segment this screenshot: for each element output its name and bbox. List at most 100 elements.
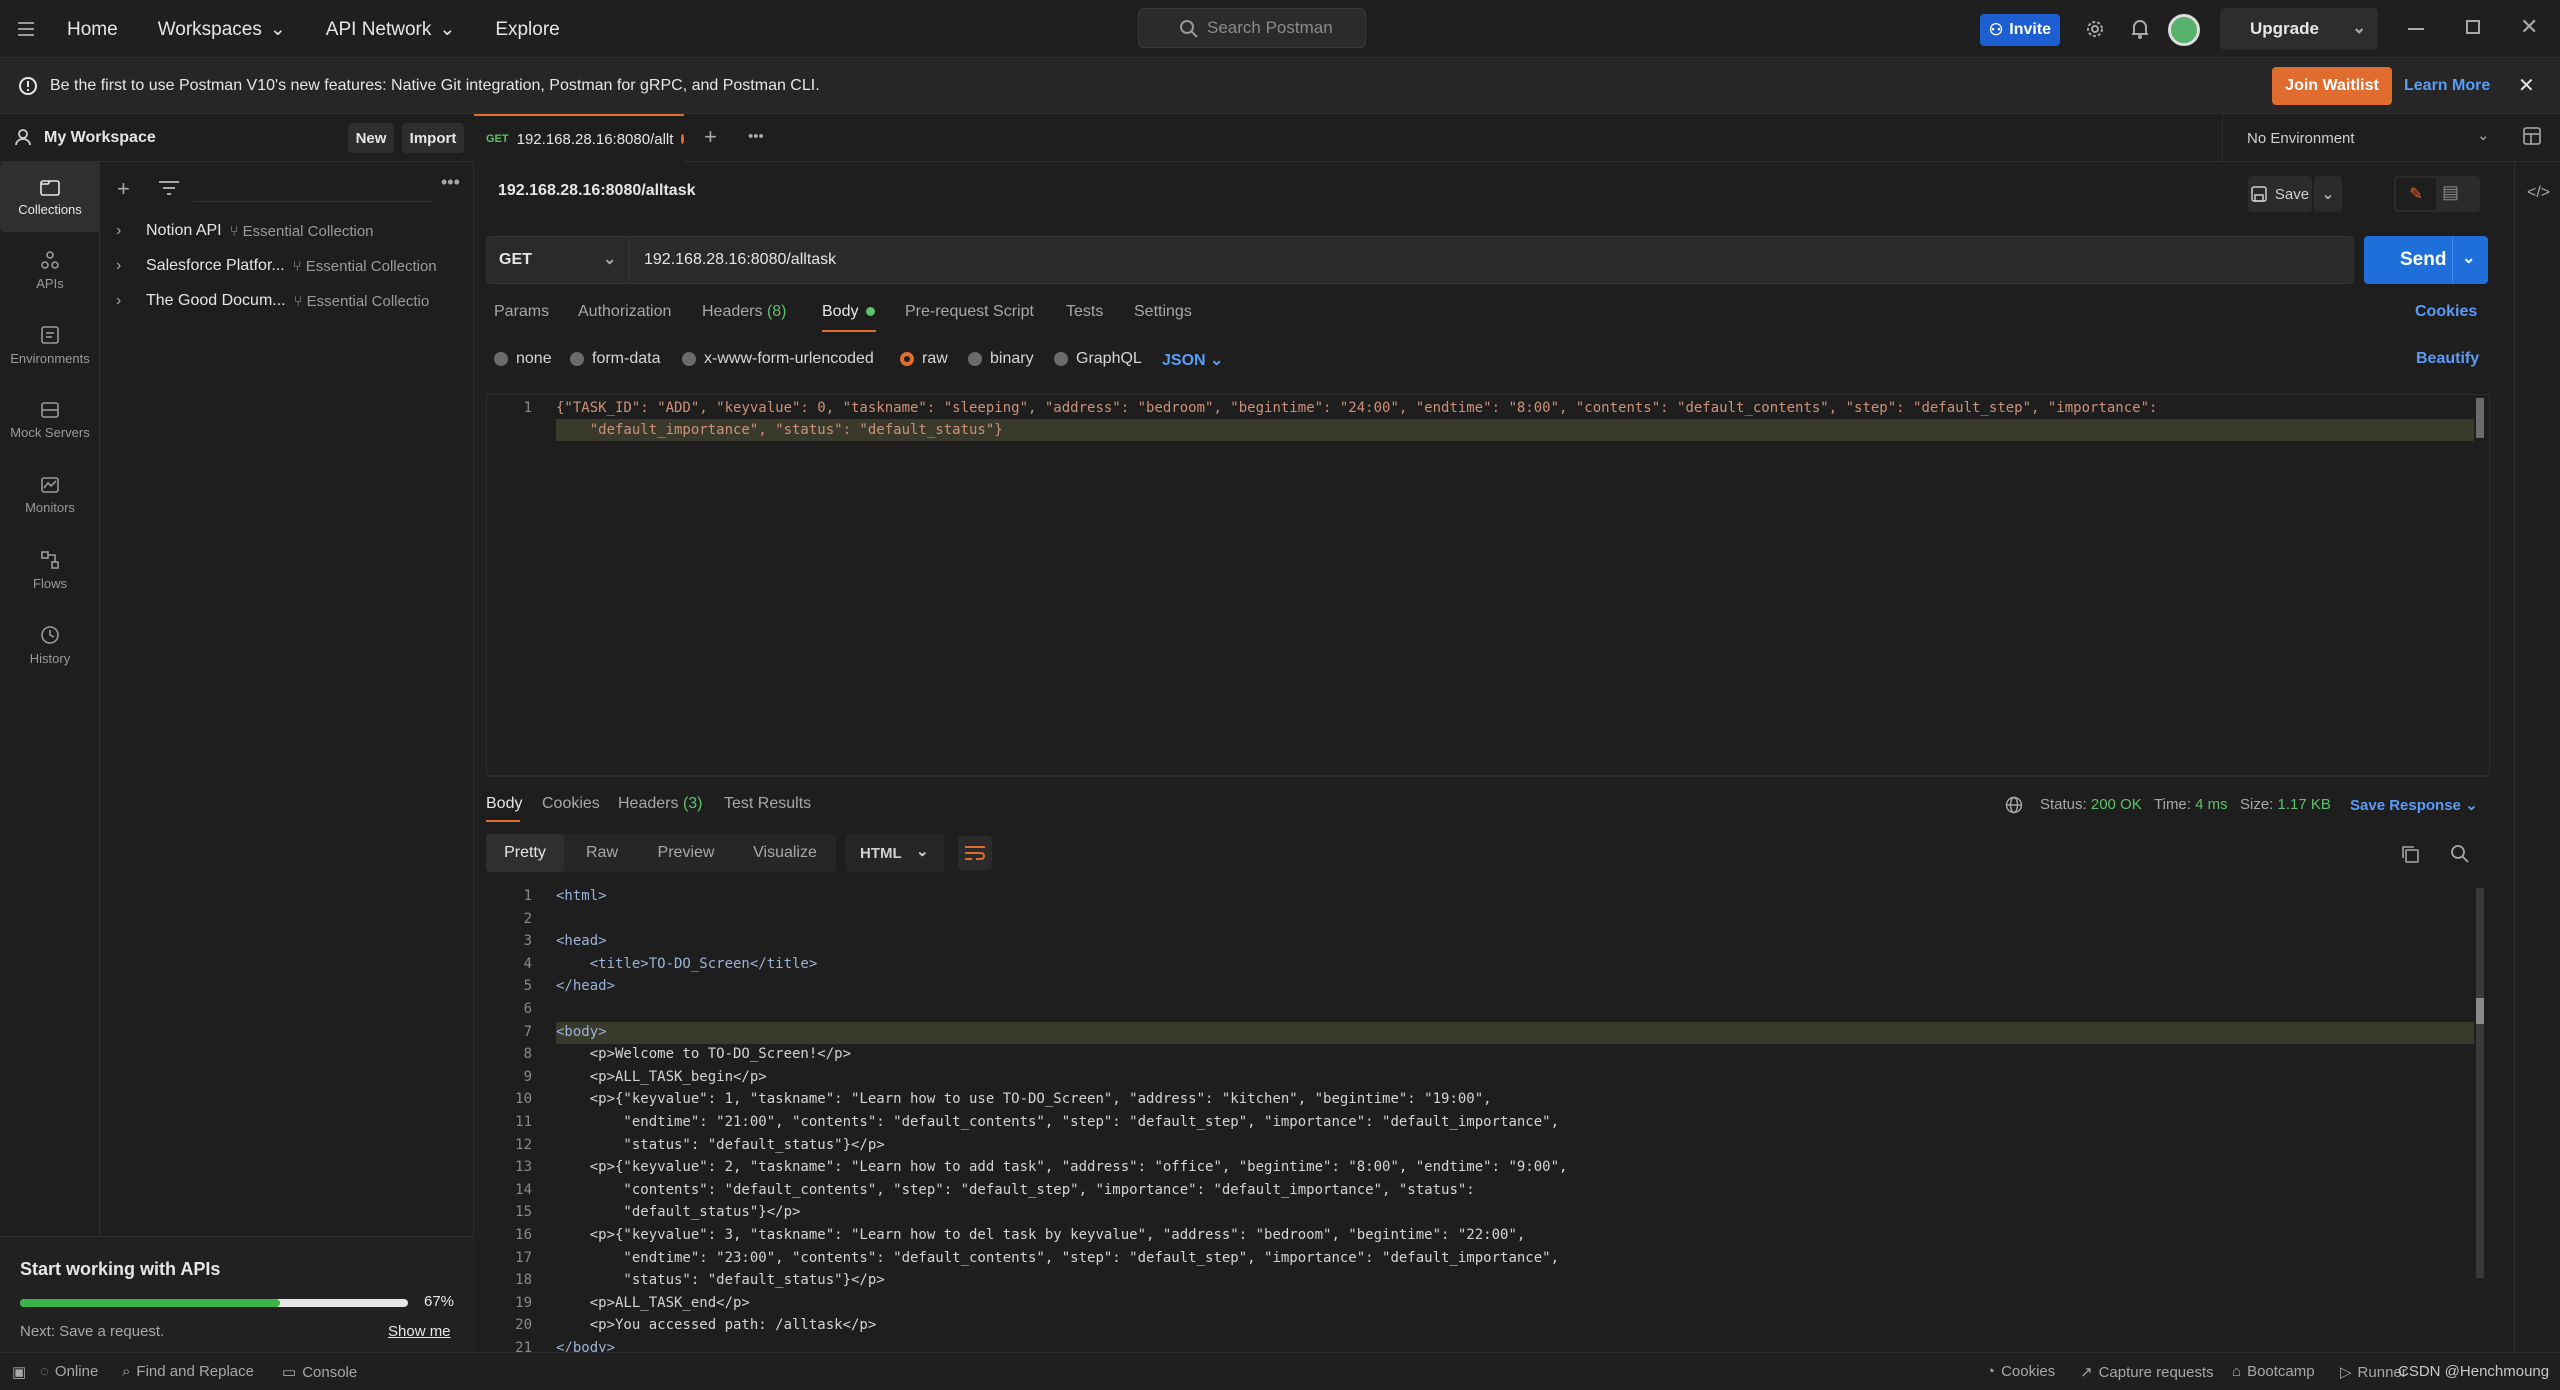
bell-icon[interactable]: [2130, 18, 2150, 40]
edit-pencil-icon[interactable]: ✎: [2396, 178, 2436, 210]
environment-quicklook-icon[interactable]: [2522, 126, 2542, 146]
toggle-sidebar-icon[interactable]: ▣: [12, 1363, 26, 1381]
request-body-editor[interactable]: [486, 394, 2490, 776]
avatar[interactable]: [2168, 14, 2200, 46]
rail-item-collections[interactable]: Collections: [0, 162, 100, 232]
response-scrollbar[interactable]: [2476, 888, 2484, 1278]
collections-search-input[interactable]: [193, 174, 433, 202]
new-tab-icon[interactable]: +: [704, 124, 717, 150]
editor-scrollbar[interactable]: [2476, 398, 2484, 438]
rail-item-monitors[interactable]: Monitors: [0, 460, 100, 530]
upgrade-button[interactable]: Upgrade ⌄: [2220, 8, 2378, 50]
send-options-chevron-icon[interactable]: ⌄: [2462, 248, 2475, 268]
runner-button[interactable]: ▷ Runner: [2340, 1363, 2407, 1382]
body-type-binary[interactable]: binary: [968, 350, 1034, 368]
join-waitlist-button[interactable]: Join Waitlist: [2272, 67, 2392, 105]
code-snippet-icon[interactable]: </>: [2527, 184, 2550, 202]
find-replace-button[interactable]: ⌕ Find and Replace: [122, 1363, 254, 1380]
collection-item-notion[interactable]: › Notion API ⑂ Essential Collection: [116, 218, 374, 244]
filter-icon[interactable]: [159, 180, 179, 196]
close-banner-icon[interactable]: ✕: [2518, 73, 2535, 98]
view-pretty[interactable]: Pretty: [486, 834, 564, 872]
url-input[interactable]: 192.168.28.16:8080/alltask: [630, 236, 2354, 284]
beautify-link[interactable]: Beautify: [2416, 350, 2479, 368]
line-number: 18: [515, 1272, 532, 1288]
collection-item-good-docs[interactable]: › The Good Docum... ⑂ Essential Collecti…: [116, 288, 429, 314]
cookies-link[interactable]: Cookies: [2415, 303, 2477, 321]
menu-icon[interactable]: [18, 20, 38, 38]
nav-workspaces[interactable]: Workspaces ⌄: [158, 18, 286, 41]
add-collection-icon[interactable]: +: [117, 176, 130, 202]
nav-explore[interactable]: Explore: [495, 19, 559, 41]
tab-body[interactable]: Body: [822, 303, 876, 321]
capture-requests-button[interactable]: ↗ Capture requests: [2080, 1363, 2214, 1382]
rail-label: Mock Servers: [10, 424, 90, 440]
save-response-label: Save Response: [2350, 797, 2461, 814]
nav-api-network[interactable]: API Network ⌄: [326, 18, 456, 41]
tab-params[interactable]: Params: [494, 303, 549, 321]
save-response-button[interactable]: Save Response ⌄: [2350, 796, 2478, 814]
tab-tests[interactable]: Tests: [1066, 303, 1103, 321]
rail-item-flows[interactable]: Flows: [0, 535, 100, 605]
tab-settings[interactable]: Settings: [1134, 303, 1192, 321]
line-number: 3: [523, 933, 532, 949]
body-format-select[interactable]: JSON ⌄: [1162, 350, 1223, 370]
rail-item-mock-servers[interactable]: Mock Servers: [0, 385, 100, 455]
tab-alltask[interactable]: GET 192.168.28.16:8080/allt: [474, 114, 684, 162]
learn-more-link[interactable]: Learn More: [2404, 77, 2490, 95]
response-status: Status: 200 OK: [2040, 796, 2142, 813]
view-visualize[interactable]: Visualize: [734, 834, 836, 872]
body-type-graphql[interactable]: GraphQL: [1054, 350, 1142, 368]
response-divider[interactable]: [486, 776, 2490, 782]
collection-item-salesforce[interactable]: › Salesforce Platfor... ⑂ Essential Coll…: [116, 253, 437, 279]
send-button[interactable]: Send ⌄: [2364, 236, 2488, 284]
minimize-window-icon[interactable]: [2408, 28, 2424, 30]
import-button[interactable]: Import: [402, 123, 464, 153]
save-button[interactable]: Save: [2248, 176, 2312, 212]
response-format-select[interactable]: HTML ⌄: [846, 834, 944, 872]
response-tab-headers[interactable]: Headers (3): [618, 795, 703, 813]
line-number: 11: [515, 1114, 532, 1130]
close-window-icon[interactable]: ✕: [2520, 14, 2538, 40]
rail-item-history[interactable]: History: [0, 610, 100, 680]
comments-icon[interactable]: ▤: [2442, 182, 2459, 203]
globe-icon[interactable]: [2005, 796, 2023, 814]
environment-select[interactable]: No Environment ⌄: [2222, 114, 2522, 162]
active-tab-underline: [822, 330, 876, 332]
view-raw[interactable]: Raw: [566, 834, 638, 872]
settings-gear-icon[interactable]: [2084, 18, 2106, 40]
bootcamp-button[interactable]: ⌂ Bootcamp: [2232, 1363, 2315, 1380]
response-tab-test-results[interactable]: Test Results: [724, 795, 811, 813]
body-type-urlencoded[interactable]: x-www-form-urlencoded: [682, 350, 874, 368]
search-response-icon[interactable]: [2450, 844, 2470, 864]
wrap-lines-icon[interactable]: [958, 836, 992, 870]
rail-item-apis[interactable]: APIs: [0, 235, 100, 305]
response-tab-cookies[interactable]: Cookies: [542, 795, 600, 813]
save-options-chevron-icon[interactable]: ⌄: [2314, 176, 2342, 212]
cookies-status-button[interactable]: ◔ Cookies: [1986, 1363, 2055, 1380]
unsaved-dot: [681, 134, 684, 144]
more-options-icon[interactable]: •••: [441, 172, 460, 193]
view-preview[interactable]: Preview: [640, 834, 732, 872]
show-me-link[interactable]: Show me: [388, 1323, 451, 1340]
restore-window-icon[interactable]: [2466, 20, 2480, 34]
nav-home[interactable]: Home: [67, 19, 118, 41]
copy-icon[interactable]: [2400, 844, 2420, 864]
method-select[interactable]: GET ⌄: [486, 236, 630, 284]
tab-headers[interactable]: Headers (8): [702, 303, 787, 321]
response-tab-body[interactable]: Body: [486, 795, 522, 813]
online-status[interactable]: ◌ Online: [40, 1363, 98, 1380]
body-type-form-data[interactable]: form-data: [570, 350, 660, 368]
tab-options-icon[interactable]: •••: [748, 128, 764, 145]
new-button[interactable]: New: [348, 123, 394, 153]
invite-button[interactable]: ⚇ Invite: [1980, 14, 2060, 46]
body-type-none[interactable]: none: [494, 350, 552, 368]
response-scrollbar-thumb[interactable]: [2476, 998, 2484, 1024]
body-type-raw[interactable]: raw: [900, 350, 948, 368]
rail-item-environments[interactable]: Environments: [0, 310, 100, 380]
rail-label: History: [29, 650, 71, 666]
search-input[interactable]: Search Postman: [1138, 8, 1366, 48]
console-button[interactable]: ▭ Console: [282, 1363, 357, 1382]
tab-pre-request-script[interactable]: Pre-request Script: [905, 303, 1034, 321]
tab-authorization[interactable]: Authorization: [578, 303, 671, 321]
